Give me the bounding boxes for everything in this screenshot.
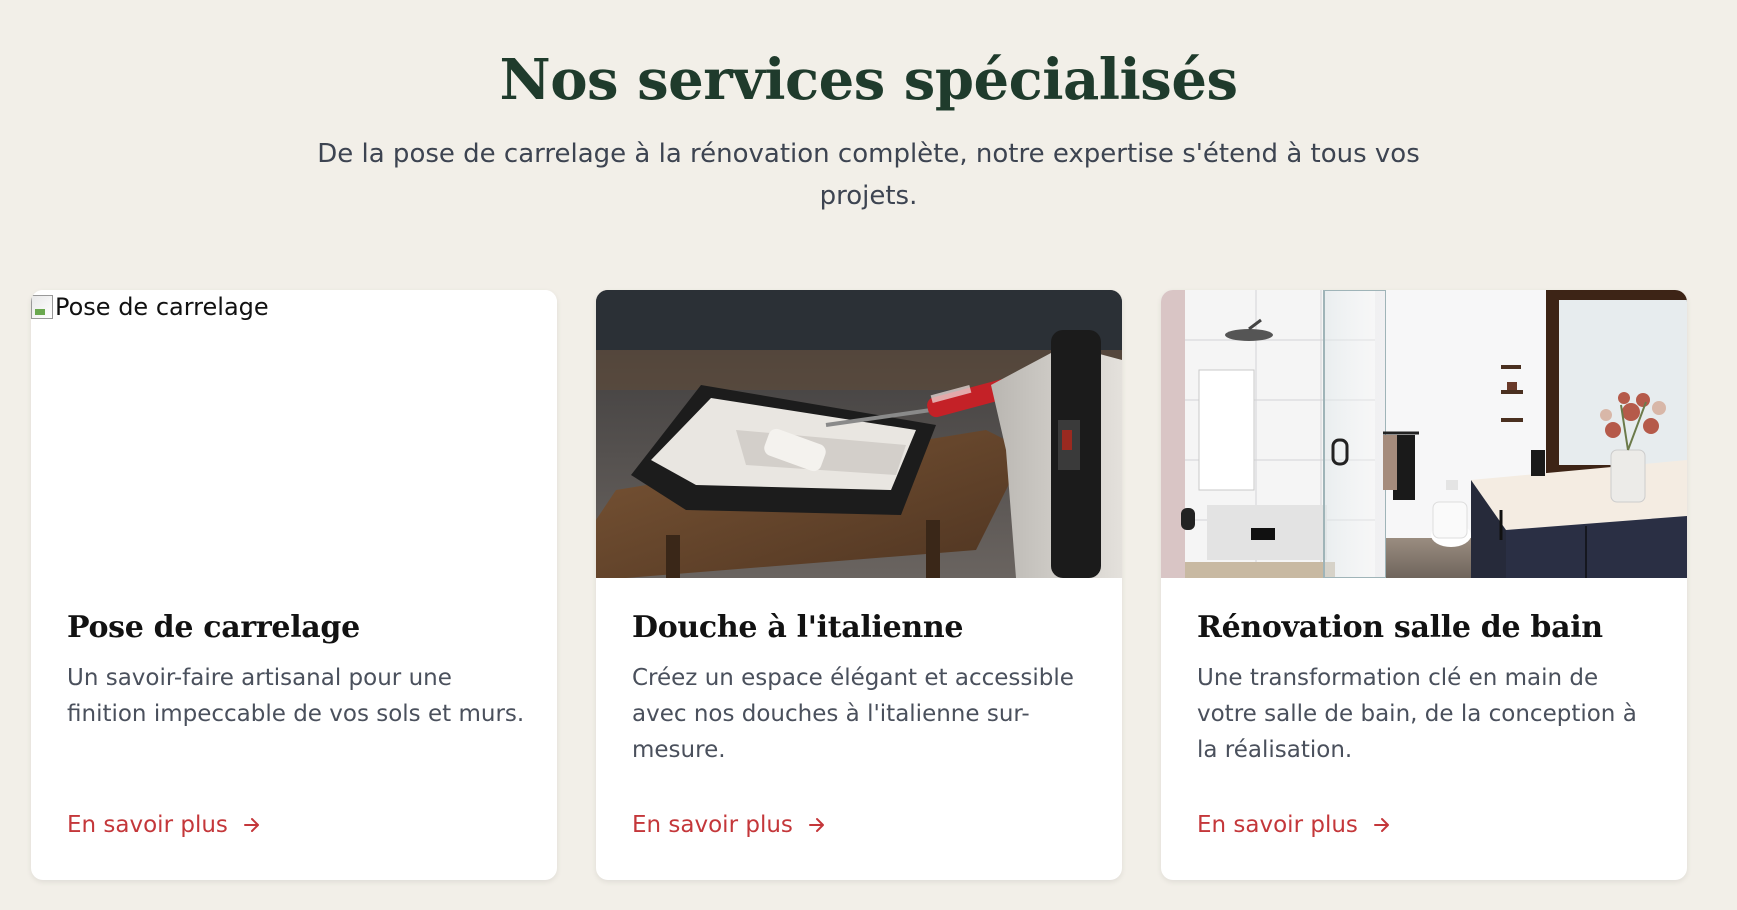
card-body: Douche à l'italienne Créez un espace élé… bbox=[632, 608, 1092, 768]
card-body: Rénovation salle de bain Une transformat… bbox=[1197, 608, 1657, 768]
card-title: Pose de carrelage bbox=[67, 610, 360, 645]
learn-more-label: En savoir plus bbox=[1197, 812, 1358, 838]
service-card-tiling: Pose de carrelage Pose de carrelage Un s… bbox=[31, 290, 557, 880]
card-description: Un savoir-faire artisanal pour une finit… bbox=[67, 665, 525, 727]
learn-more-link[interactable]: En savoir plus bbox=[632, 809, 827, 841]
service-card-italian-shower: Douche à l'italienne Créez un espace élé… bbox=[596, 290, 1122, 880]
card-description: Créez un espace élégant et accessible av… bbox=[632, 665, 1074, 763]
arrow-right-icon bbox=[1372, 815, 1392, 835]
services-grid: Pose de carrelage Pose de carrelage Un s… bbox=[31, 290, 1689, 880]
arrow-right-icon bbox=[242, 815, 262, 835]
broken-image-icon bbox=[31, 295, 53, 319]
learn-more-label: En savoir plus bbox=[67, 812, 228, 838]
card-title: Douche à l'italienne bbox=[632, 610, 964, 645]
service-card-bathroom-renovation: Rénovation salle de bain Une transformat… bbox=[1161, 290, 1687, 880]
section-title: Nos services spécialisés bbox=[499, 47, 1238, 113]
learn-more-link[interactable]: En savoir plus bbox=[67, 809, 262, 841]
image-alt-text: Pose de carrelage bbox=[55, 293, 269, 321]
broken-image-alt: Pose de carrelage bbox=[31, 293, 269, 321]
arrow-right-icon bbox=[807, 815, 827, 835]
card-body: Pose de carrelage Un savoir-faire artisa… bbox=[67, 608, 527, 732]
card-description: Une transformation clé en main de votre … bbox=[1197, 665, 1637, 763]
learn-more-label: En savoir plus bbox=[632, 812, 793, 838]
section-subtitle: De la pose de carrelage à la rénovation … bbox=[317, 139, 1420, 211]
service-image-tiling: Pose de carrelage bbox=[31, 290, 557, 578]
learn-more-link[interactable]: En savoir plus bbox=[1197, 809, 1392, 841]
service-image-paint-tray bbox=[596, 290, 1122, 578]
card-title: Rénovation salle de bain bbox=[1197, 610, 1603, 645]
service-image-bathroom bbox=[1161, 290, 1687, 578]
